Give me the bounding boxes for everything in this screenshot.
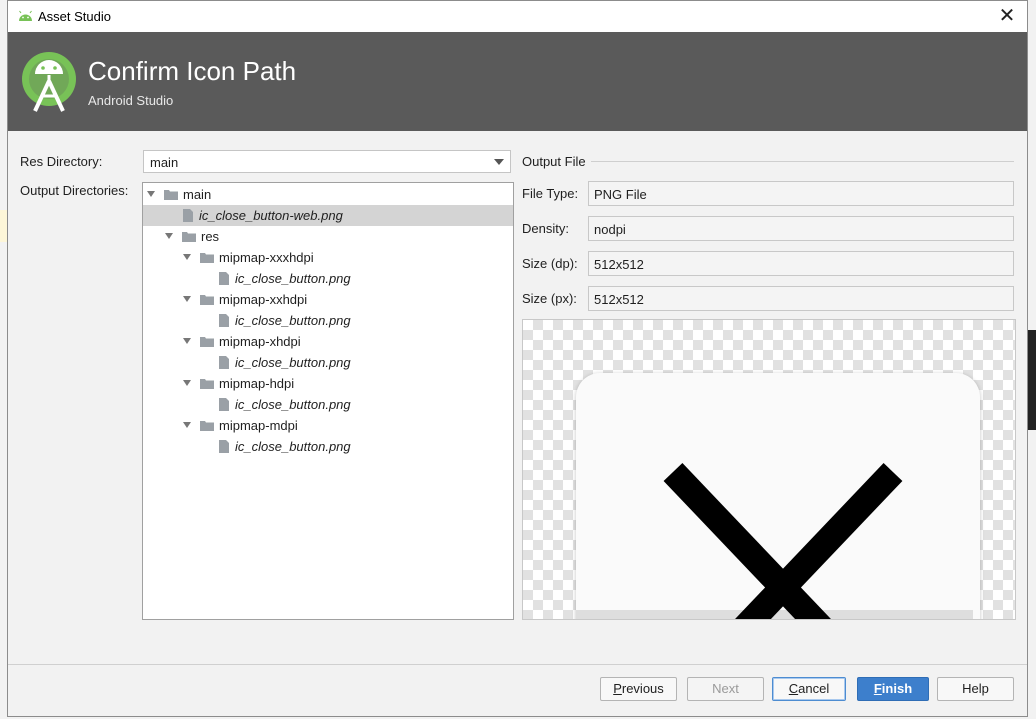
triangle-down-icon[interactable] xyxy=(183,296,191,302)
density-field: nodpi xyxy=(588,216,1014,241)
tree-item-label: mipmap-xhdpi xyxy=(219,334,301,349)
folder-icon xyxy=(164,190,178,200)
tree-file-row[interactable]: ic_close_button.png xyxy=(143,394,513,415)
triangle-down-icon[interactable] xyxy=(183,380,191,386)
tree-file-row[interactable]: ic_close_button-web.png xyxy=(143,205,513,226)
output-directories-tree[interactable]: main ic_close_button-web.pngres mipmap-xxx… xyxy=(142,182,514,620)
tree-folder-row[interactable]: mipmap-xxxhdpi xyxy=(143,247,513,268)
background-shape xyxy=(1028,330,1036,430)
file-icon xyxy=(219,272,229,285)
size-px-value: 512x512 xyxy=(594,292,644,307)
tree-item-label: mipmap-mdpi xyxy=(219,418,298,433)
tree-item-label: ic_close_button.png xyxy=(235,313,351,328)
res-directory-label: Res Directory: xyxy=(20,154,103,169)
file-type-value: PNG File xyxy=(594,187,647,202)
title-bar: Asset Studio ✕ xyxy=(8,1,1027,32)
tree-item-label: ic_close_button.png xyxy=(235,397,351,412)
size-dp-label: Size (dp): xyxy=(522,256,578,271)
file-icon xyxy=(219,398,229,411)
density-value: nodpi xyxy=(594,222,626,237)
footer-divider xyxy=(8,664,1027,665)
output-directories-label: Output Directories: xyxy=(20,183,129,198)
folder-icon xyxy=(200,421,214,431)
file-icon xyxy=(219,314,229,327)
output-file-separator xyxy=(591,161,1014,162)
tree-item-label: mipmap-xxxhdpi xyxy=(219,250,314,265)
file-type-label: File Type: xyxy=(522,186,579,201)
cancel-button[interactable]: Cancel xyxy=(772,677,846,701)
window-title: Asset Studio xyxy=(38,9,111,24)
page-title: Confirm Icon Path xyxy=(88,56,297,86)
tree-item-label: main xyxy=(183,187,212,202)
tree-item-label: mipmap-xxhdpi xyxy=(219,292,308,307)
size-px-label: Size (px): xyxy=(522,291,577,306)
triangle-down-icon[interactable] xyxy=(165,233,173,239)
finish-button[interactable]: Finish xyxy=(857,677,929,701)
header-banner: Confirm Icon Path Android Studio xyxy=(8,32,1027,131)
tree-folder-row[interactable]: mipmap-hdpi xyxy=(143,373,513,394)
previous-button[interactable]: Previous xyxy=(600,677,677,701)
tree-folder-row[interactable]: mipmap-xhdpi xyxy=(143,331,513,352)
finish-mnemonic: F xyxy=(873,681,882,696)
triangle-down-icon[interactable] xyxy=(147,191,155,197)
folder-icon xyxy=(200,295,214,305)
icon-preview xyxy=(522,319,1016,620)
folder-icon xyxy=(200,337,214,347)
triangle-down-icon[interactable] xyxy=(183,338,191,344)
size-dp-value: 512x512 xyxy=(594,257,644,272)
tree-item-label: ic_close_button.png xyxy=(235,355,351,370)
android-head-icon xyxy=(19,10,32,21)
finish-label: inish xyxy=(881,681,913,696)
folder-icon xyxy=(182,232,196,242)
tree-item-label: ic_close_button.png xyxy=(235,439,351,454)
folder-icon xyxy=(200,379,214,389)
tree-folder-row[interactable]: res xyxy=(143,226,513,247)
tree-folder-row[interactable]: mipmap-mdpi xyxy=(143,415,513,436)
file-icon xyxy=(183,209,193,222)
size-px-field: 512x512 xyxy=(588,286,1014,311)
tree-file-row[interactable]: ic_close_button.png xyxy=(143,310,513,331)
file-icon xyxy=(219,356,229,369)
tree-item-label: ic_close_button-web.png xyxy=(199,208,343,223)
previous-mnemonic: P xyxy=(613,681,622,696)
density-label: Density: xyxy=(522,221,569,236)
next-button[interactable]: Next xyxy=(687,677,764,701)
res-directory-dropdown[interactable]: main xyxy=(143,150,511,173)
page-subtitle: Android Studio xyxy=(88,93,174,108)
size-dp-field: 512x512 xyxy=(588,251,1014,276)
tree-file-row[interactable]: ic_close_button.png xyxy=(143,436,513,457)
help-button[interactable]: Help xyxy=(937,677,1014,701)
output-file-title: Output File xyxy=(522,154,586,169)
tree-folder-row[interactable]: main xyxy=(143,184,513,205)
folder-icon xyxy=(200,253,214,263)
triangle-down-icon[interactable] xyxy=(183,254,191,260)
close-icon[interactable]: ✕ xyxy=(993,4,1021,28)
tree-item-label: ic_close_button.png xyxy=(235,271,351,286)
file-type-field: PNG File xyxy=(588,181,1014,206)
file-icon xyxy=(219,440,229,453)
tree-folder-row[interactable]: mipmap-xxhdpi xyxy=(143,289,513,310)
tree-file-row[interactable]: ic_close_button.png xyxy=(143,352,513,373)
cancel-label: ancel xyxy=(798,681,830,696)
tree-item-label: mipmap-hdpi xyxy=(219,376,295,391)
tree-file-row[interactable]: ic_close_button.png xyxy=(143,268,513,289)
chevron-down-icon xyxy=(494,159,504,165)
asset-studio-dialog: Asset Studio ✕ Confirm Icon Path Android… xyxy=(7,0,1028,717)
previous-label: revious xyxy=(621,681,664,696)
android-studio-logo-icon xyxy=(22,52,76,112)
close-x-icon xyxy=(663,463,903,619)
res-directory-value: main xyxy=(150,155,179,170)
tree-item-label: res xyxy=(201,229,220,244)
triangle-down-icon[interactable] xyxy=(183,422,191,428)
cancel-mnemonic: C xyxy=(788,681,799,696)
